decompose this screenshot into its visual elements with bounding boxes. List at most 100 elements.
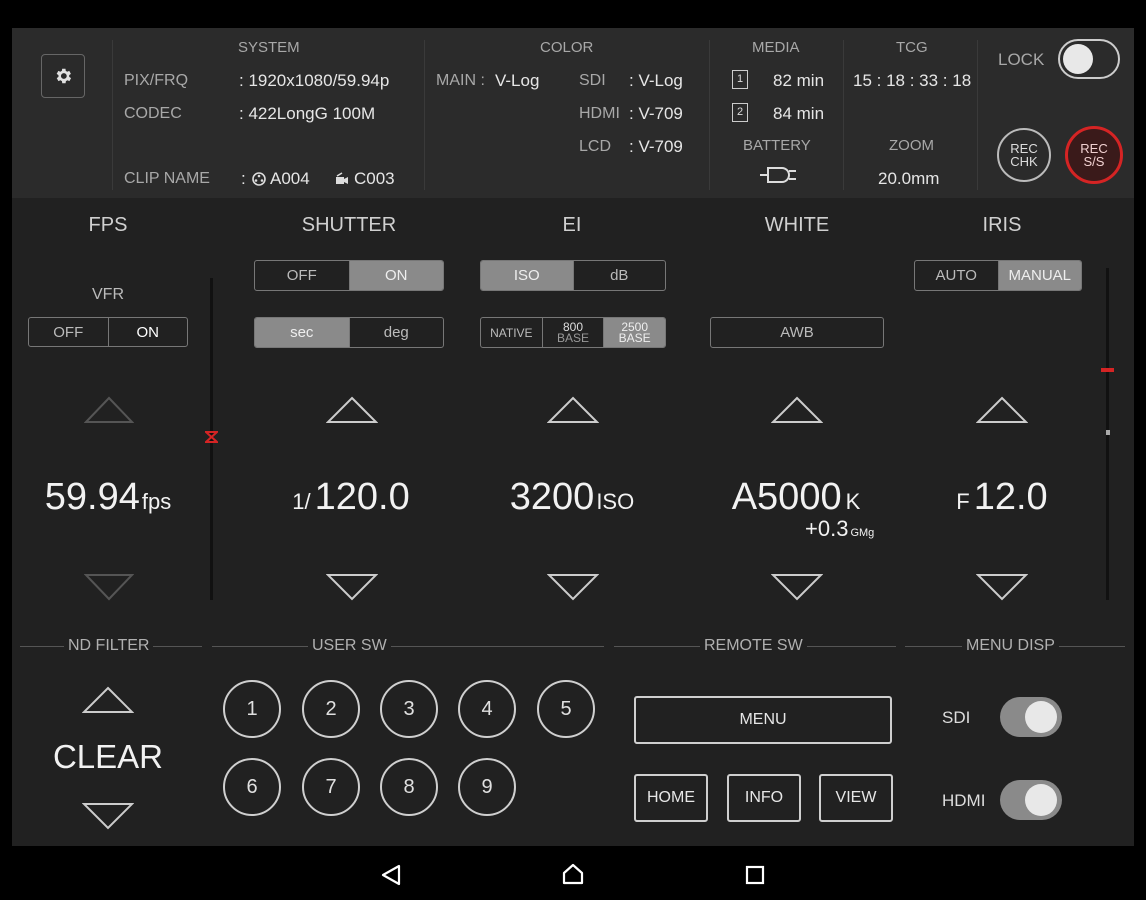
shutter-on-option[interactable]: ON	[348, 261, 443, 290]
ei-native-option[interactable]: NATIVE	[481, 318, 542, 347]
user-sw-5-button[interactable]: 5	[537, 680, 595, 738]
pix-frq-label: PIX/FRQ	[124, 72, 189, 89]
fps-down-arrow-icon[interactable]	[84, 573, 134, 601]
home-button[interactable]: HOME	[634, 774, 708, 822]
clip-c-value: C003	[354, 169, 395, 188]
status-header: SYSTEM PIX/FRQ : 1920x1080/59.94p CODEC …	[12, 28, 1134, 198]
iris-scale-tick	[1106, 430, 1110, 435]
ei-down-arrow-icon[interactable]	[547, 573, 599, 601]
view-button[interactable]: VIEW	[819, 774, 893, 822]
menu-disp-title: MENU DISP	[962, 637, 1059, 655]
user-sw-6-button[interactable]: 6	[223, 758, 281, 816]
lcd-color-value: : V-709	[629, 137, 683, 156]
pix-frq-value: : 1920x1080/59.94p	[239, 71, 390, 90]
fps-up-arrow-icon[interactable]	[84, 396, 134, 424]
ei-800-base-option[interactable]: 800 BASE	[541, 318, 604, 347]
ei-up-arrow-icon[interactable]	[547, 396, 599, 424]
codec-value: : 422LongG 100M	[239, 104, 376, 123]
fps-title: FPS	[88, 214, 128, 236]
ei-800-bottom: BASE	[557, 330, 590, 345]
ei-title: EI	[562, 214, 582, 236]
ei-iso-option[interactable]: ISO	[481, 261, 573, 290]
iris-down-arrow-icon[interactable]	[976, 573, 1028, 601]
white-gmg-unit: GMg	[850, 527, 875, 539]
shutter-prefix: 1/	[292, 489, 311, 514]
slot2-icon: 2	[732, 103, 748, 122]
shutter-down-arrow-icon[interactable]	[326, 573, 378, 601]
gear-icon	[56, 68, 72, 84]
system-title: SYSTEM	[238, 39, 300, 56]
media-title: MEDIA	[752, 39, 800, 56]
fps-value-display: 59.94fps	[12, 476, 204, 519]
white-gmg-display: +0.3 GMg	[805, 516, 874, 542]
ei-value-display: 3200ISO	[472, 476, 672, 519]
ei-base-switch: NATIVE 800 BASE 2500 BASE	[480, 317, 666, 348]
iris-prefix: F	[956, 489, 970, 514]
nd-filter-title: ND FILTER	[64, 637, 154, 655]
ei-2500-base-option[interactable]: 2500 BASE	[603, 318, 665, 347]
zoom-value: 20.0mm	[878, 169, 940, 188]
ei-unit: ISO	[596, 489, 635, 514]
shutter-sec-option[interactable]: sec	[255, 318, 349, 347]
user-sw-4-button[interactable]: 4	[458, 680, 516, 738]
white-up-arrow-icon[interactable]	[771, 396, 823, 424]
user-sw-7-button[interactable]: 7	[302, 758, 360, 816]
settings-button[interactable]	[41, 54, 85, 98]
vfr-off-option[interactable]: OFF	[29, 318, 108, 346]
camera-remote-app: SYSTEM PIX/FRQ : 1920x1080/59.94p CODEC …	[12, 28, 1134, 846]
info-button[interactable]: INFO	[727, 774, 801, 822]
main-value: V-Log	[495, 71, 540, 90]
shutter-off-option[interactable]: OFF	[255, 261, 349, 290]
home-icon[interactable]	[561, 862, 585, 886]
user-sw-9-button[interactable]: 9	[458, 758, 516, 816]
vfr-label: VFR	[92, 286, 124, 303]
shutter-switch: OFF ON	[254, 260, 444, 291]
rec-check-button[interactable]: REC CHK	[997, 128, 1051, 182]
recents-icon[interactable]	[745, 865, 765, 885]
hdmi-color-label: HDMI	[579, 105, 620, 122]
user-sw-1-button[interactable]: 1	[223, 680, 281, 738]
fps-scale-marker-icon	[205, 431, 218, 443]
menu-disp-sdi-toggle[interactable]	[1000, 697, 1062, 737]
awb-button[interactable]: AWB	[710, 317, 884, 348]
slot1-value: 82 min	[773, 71, 825, 90]
vfr-on-option[interactable]: ON	[107, 318, 188, 346]
white-title: WHITE	[764, 214, 830, 236]
rec-start-stop-button[interactable]: REC S/S	[1065, 126, 1123, 184]
back-icon[interactable]	[380, 864, 402, 886]
white-gmg-value: +0.3	[805, 516, 849, 541]
nd-down-arrow-icon[interactable]	[82, 802, 134, 830]
lock-label: LOCK	[998, 50, 1045, 69]
nd-filter-value: CLEAR	[52, 738, 164, 775]
awb-label: AWB	[780, 324, 814, 341]
shutter-up-arrow-icon[interactable]	[326, 396, 378, 424]
iris-manual-option[interactable]: MANUAL	[997, 261, 1081, 290]
user-sw-title: USER SW	[308, 637, 391, 655]
ei-db-option[interactable]: dB	[572, 261, 666, 290]
menu-disp-hdmi-toggle[interactable]	[1000, 780, 1062, 820]
lcd-color-label: LCD	[579, 138, 612, 155]
nd-up-arrow-icon[interactable]	[82, 686, 134, 714]
user-sw-2-button[interactable]: 2	[302, 680, 360, 738]
iris-up-arrow-icon[interactable]	[976, 396, 1028, 424]
white-value: A5000	[731, 476, 842, 518]
shutter-value: 120.0	[314, 476, 410, 518]
user-sw-3-button[interactable]: 3	[380, 680, 438, 738]
lock-toggle[interactable]	[1058, 39, 1120, 79]
shutter-deg-option[interactable]: deg	[348, 318, 444, 347]
slot1-icon: 1	[732, 70, 748, 89]
iris-auto-option[interactable]: AUTO	[915, 261, 998, 290]
menu-disp-sdi-label: SDI	[942, 708, 971, 727]
user-sw-8-button[interactable]: 8	[380, 758, 438, 816]
clip-sep: :	[241, 169, 246, 188]
sdi-color-label: SDI	[579, 72, 606, 89]
menu-button[interactable]: MENU	[634, 696, 892, 744]
white-down-arrow-icon[interactable]	[771, 573, 823, 601]
tcg-value: 15 : 18 : 33 : 18	[853, 71, 972, 90]
clip-name-label: CLIP NAME	[124, 170, 210, 187]
slot2-value: 84 min	[773, 104, 825, 123]
clip-reel-icon	[251, 171, 267, 192]
ei-2500-bottom: BASE	[618, 330, 651, 345]
iris-value-display: F 12.0	[902, 476, 1102, 519]
menu-disp-hdmi-label: HDMI	[942, 791, 986, 810]
